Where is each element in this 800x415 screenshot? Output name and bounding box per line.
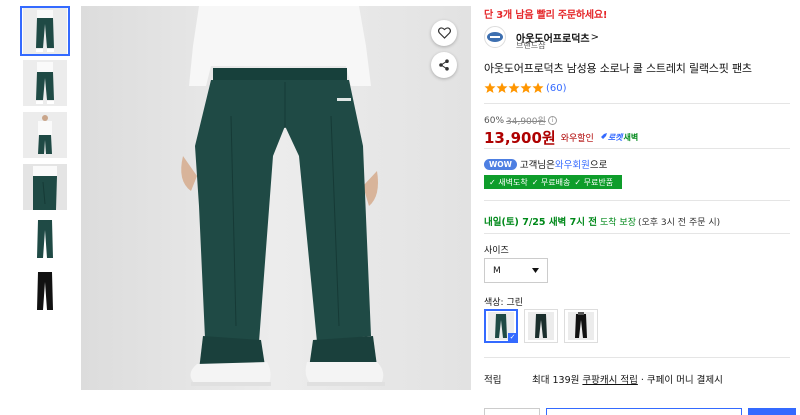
star-icon (520, 82, 532, 93)
check-icon: ✓ (508, 333, 517, 342)
star-icon (496, 82, 508, 93)
divider (484, 103, 790, 104)
wow-badge: WOW (484, 158, 517, 170)
color-options: ✓ (484, 309, 604, 343)
product-title: 아웃도어프로덕츠 남성용 소로나 쿨 스트레치 릴랙스핏 팬츠 (484, 62, 752, 75)
star-icon (532, 82, 544, 93)
color-option-black[interactable] (564, 309, 598, 343)
reward-suffix: · 쿠페이 머니 결제시 (637, 375, 723, 386)
quantity-stepper[interactable] (484, 408, 540, 415)
size-select[interactable]: M (484, 258, 548, 283)
delivery-date: 내일(토) 7/25 새벽 7시 전 (484, 217, 598, 228)
main-product-image (81, 6, 471, 390)
thumbnail-2[interactable] (20, 58, 70, 108)
share-icon (439, 59, 449, 71)
size-selected-value: M (493, 265, 501, 276)
wow-discount-label: 와우할인 (560, 134, 594, 144)
dawn-label: 새벽 (623, 133, 639, 142)
review-count[interactable]: (60) (546, 83, 567, 94)
share-button[interactable] (431, 52, 457, 78)
purchase-buttons (484, 408, 796, 415)
add-to-cart-button[interactable] (546, 408, 742, 415)
reward-prefix: 최대 139원 (532, 375, 583, 386)
original-price: 34,900원 (506, 117, 546, 127)
sale-price-row: 13,900원 와우할인 로켓 새벽 (484, 127, 638, 148)
brand-shop-label: 브랜드샵 (516, 41, 546, 50)
product-photo (81, 6, 471, 390)
reward-info: 적립 최대 139원 쿠팡캐시 적립 · 쿠페이 머니 결제시 (484, 372, 723, 386)
rocket-icon (598, 133, 607, 141)
rating[interactable]: (60) (484, 82, 567, 94)
thumbnail-3[interactable] (20, 110, 70, 160)
original-price-row: 60% 34,900원 i (484, 114, 557, 127)
thumbnail-4[interactable] (20, 162, 70, 212)
divider (484, 200, 790, 201)
star-icon (484, 82, 496, 93)
reward-label: 적립 (484, 375, 502, 386)
thumbnail-1[interactable] (20, 6, 70, 56)
wow-benefits-banner: ✓ 새벽도착 ✓ 무료배송 ✓ 무료반품 (484, 175, 623, 189)
rocket-label: 로켓 (607, 133, 623, 142)
color-label: 색상: 그린 (484, 298, 524, 308)
benefit-dawn-delivery: ✓ 새벽도착 (489, 177, 528, 187)
info-icon[interactable]: i (547, 116, 557, 125)
wishlist-button[interactable] (431, 20, 457, 46)
divider (484, 357, 790, 358)
chevron-right-icon: > (590, 31, 599, 43)
stock-urgency-text: 단 3개 남음 빨리 주문하세요! (484, 10, 608, 21)
color-option-dark-green[interactable] (524, 309, 558, 343)
brand-logo (484, 26, 506, 48)
size-label: 사이즈 (484, 246, 509, 256)
heart-icon (437, 27, 451, 39)
divider (484, 233, 790, 234)
sale-price: 13,900원 (484, 129, 556, 147)
caret-down-icon (532, 268, 539, 273)
delivery-guarantee: 도착 보장 (600, 218, 636, 228)
wow-member-link[interactable]: 와우회원 (555, 157, 590, 171)
product-page: 단 3개 남음 빨리 주문하세요! 아웃도어프로덕츠 > 브랜드샵 아웃도어프로… (0, 0, 800, 415)
buy-now-button[interactable] (748, 408, 796, 415)
wow-member-line: WOW 고객님은 와우회원 으로 (484, 157, 607, 171)
wow-suffix: 으로 (589, 160, 608, 171)
rocket-dawn-badge: 로켓 새벽 (598, 132, 638, 143)
thumbnail-6[interactable] (20, 266, 70, 316)
benefit-free-return: ✓ 무료반품 (574, 177, 614, 187)
thumbnail-5[interactable] (20, 214, 70, 264)
star-icon (508, 82, 520, 93)
coupang-cash-link[interactable]: 쿠팡캐시 적립 (582, 375, 637, 386)
delivery-note: (오후 3시 전 주문 시) (638, 218, 721, 228)
thumbnail-list (20, 6, 70, 318)
benefit-free-shipping: ✓ 무료배송 (531, 177, 571, 187)
wow-prefix: 고객님은 (519, 160, 555, 171)
divider (484, 148, 790, 149)
color-option-green[interactable]: ✓ (484, 309, 518, 343)
discount-rate: 60% (484, 115, 505, 126)
delivery-info: 내일(토) 7/25 새벽 7시 전 도착 보장 (오후 3시 전 주문 시) (484, 214, 720, 228)
